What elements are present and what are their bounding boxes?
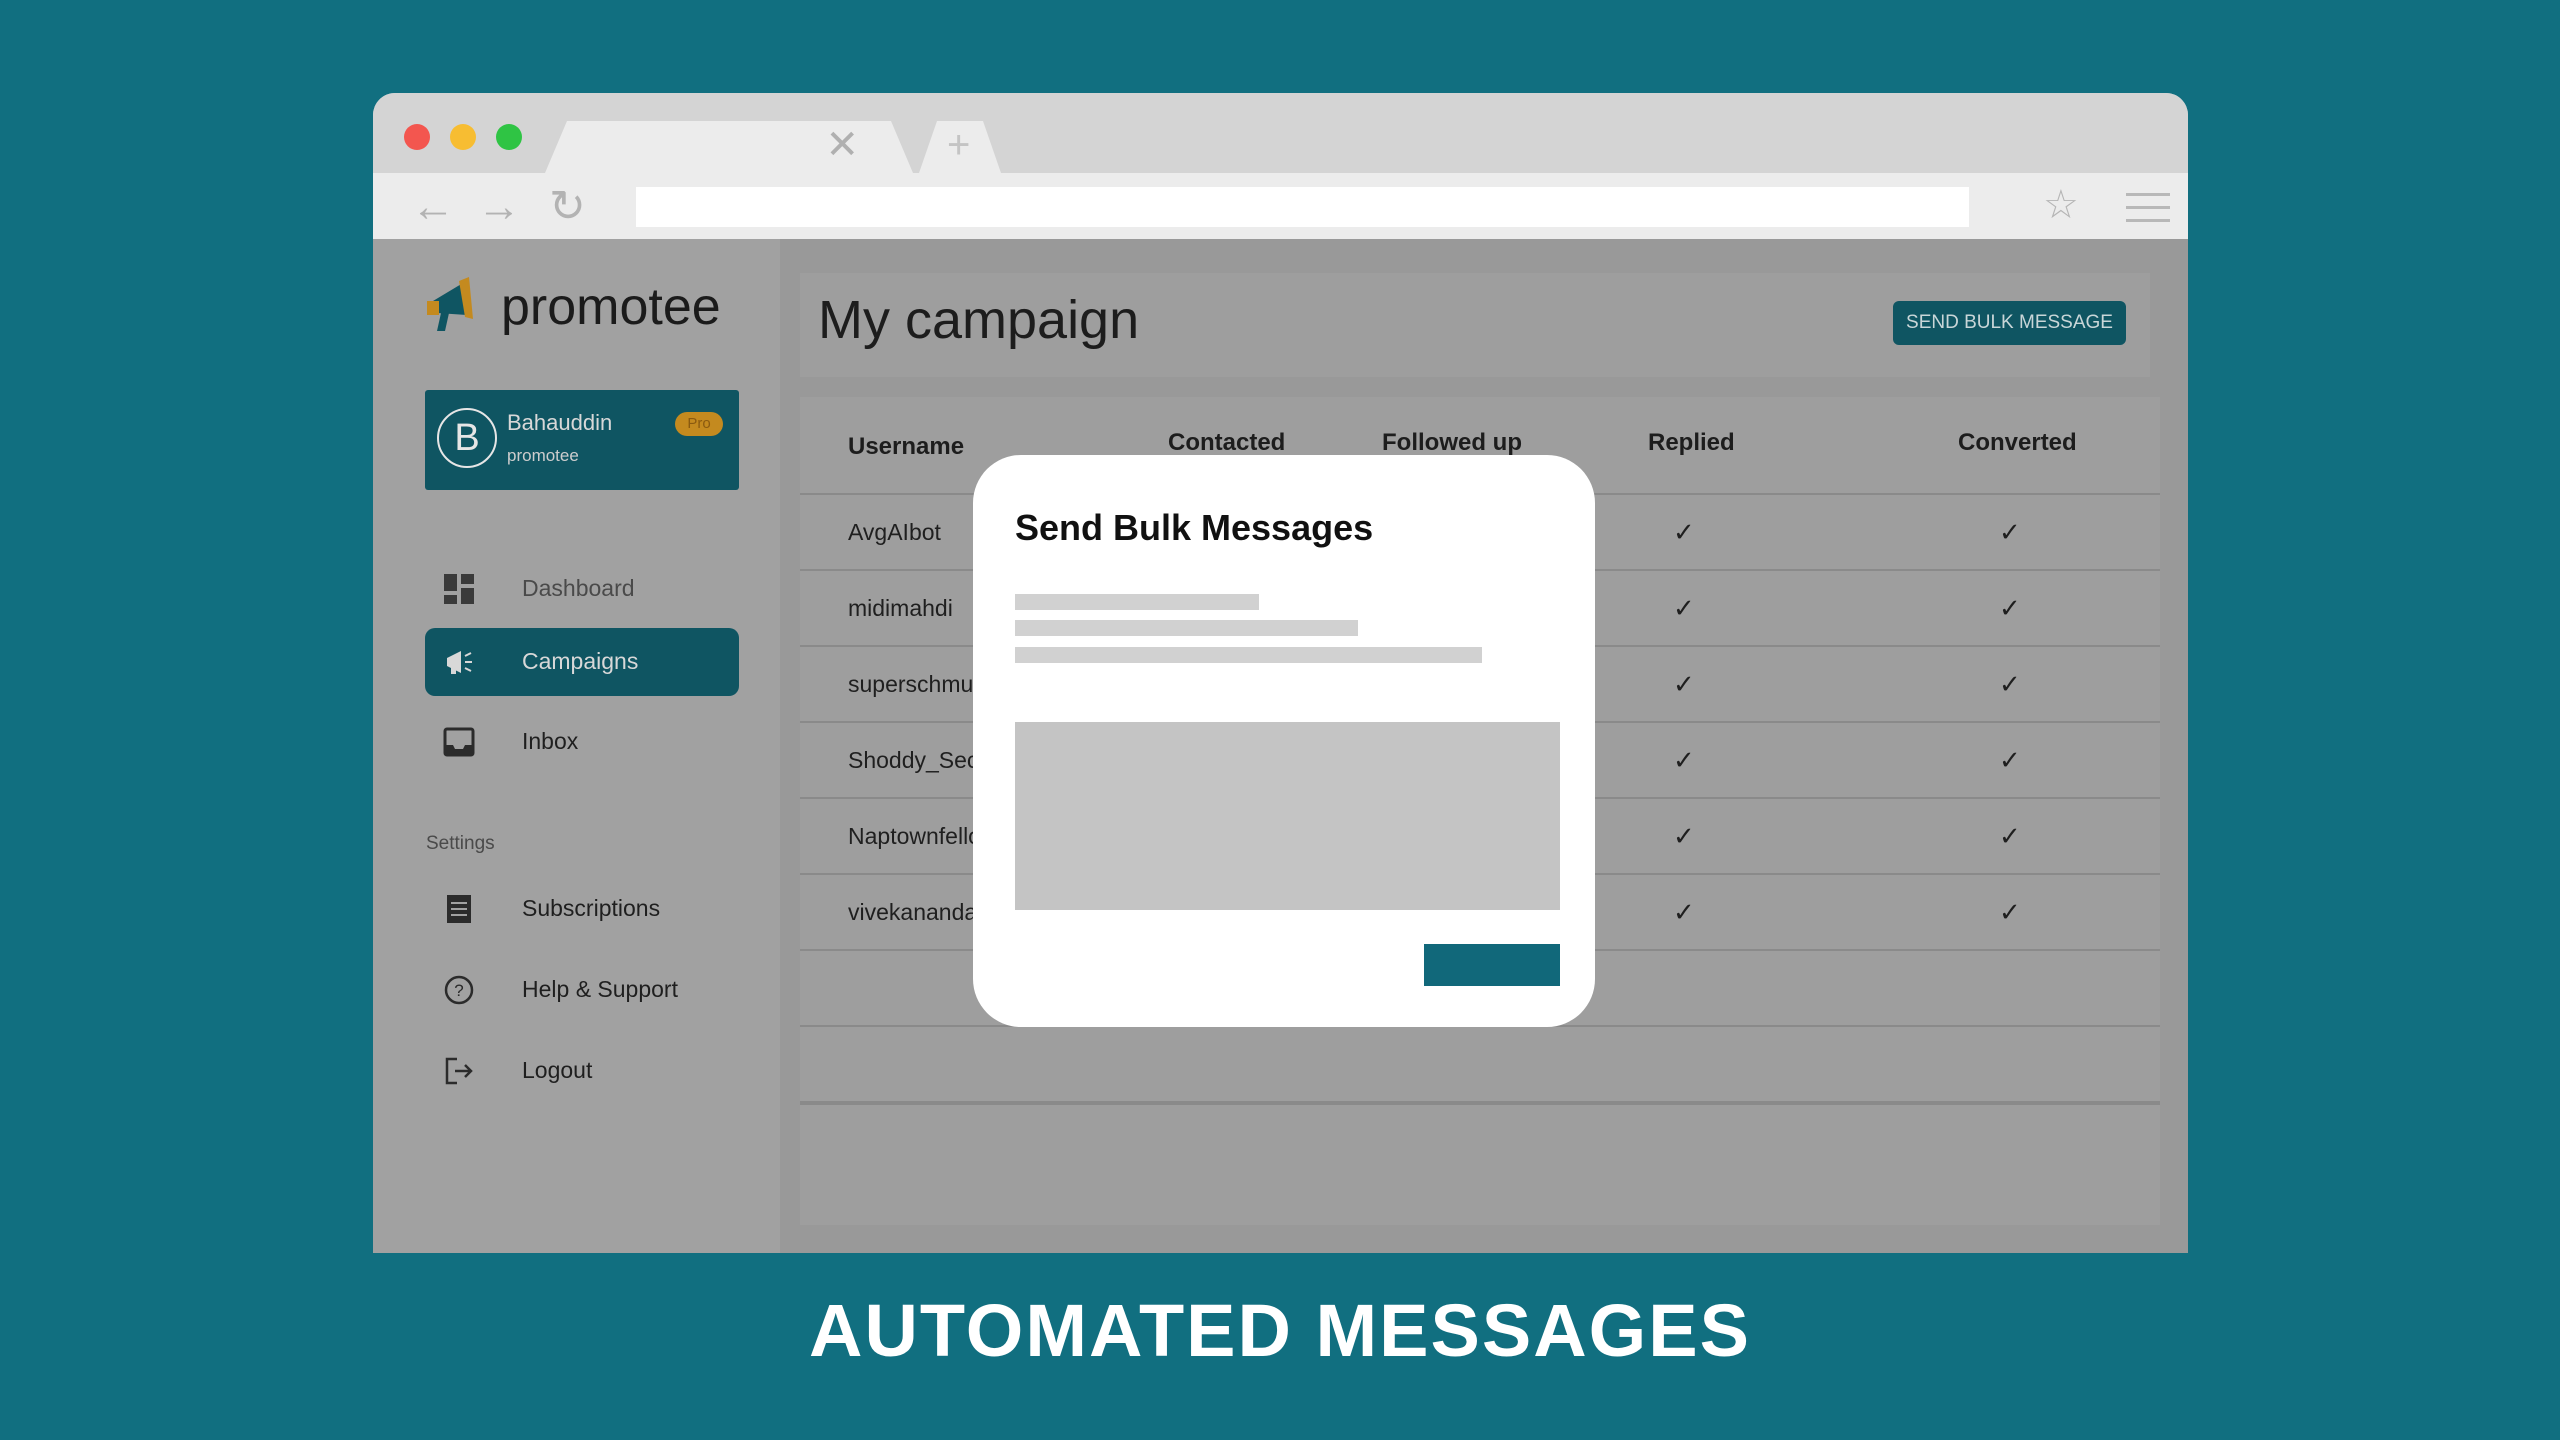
receipt-icon	[447, 895, 471, 923]
campaign-header: My campaign SEND BULK MESSAGE	[800, 273, 2150, 377]
svg-text:?: ?	[454, 981, 463, 1000]
back-arrow-icon[interactable]: ←	[411, 185, 455, 229]
sidebar-item-label: Logout	[522, 1057, 593, 1083]
converted-check-icon: ✓	[1999, 517, 2021, 547]
sidebar: promotee B Bahauddin Pro promotee Dashbo…	[373, 239, 780, 1253]
placeholder-text-line	[1015, 620, 1358, 636]
browser-toolbar: ← → ↻ ☆	[373, 173, 2188, 239]
user-name: Bahauddin	[507, 410, 613, 435]
close-tab-icon[interactable]: ✕	[825, 125, 859, 165]
address-bar[interactable]	[636, 187, 1969, 227]
username-cell: Naptownfello	[848, 823, 981, 849]
replied-check-icon: ✓	[1673, 897, 1695, 927]
sidebar-item-label: Help & Support	[522, 976, 678, 1002]
converted-check-icon: ✓	[1999, 669, 2021, 699]
sidebar-item-inbox[interactable]: Inbox	[425, 708, 739, 776]
placeholder-text-line	[1015, 647, 1482, 663]
avatar: B	[437, 408, 497, 468]
plus-icon: +	[947, 123, 971, 167]
pro-badge: Pro	[675, 412, 723, 436]
sidebar-item-help-support[interactable]: ? Help & Support	[425, 956, 739, 1024]
table-row-empty	[800, 1101, 2160, 1105]
logout-icon	[445, 1057, 473, 1085]
replied-check-icon: ✓	[1673, 593, 1695, 623]
column-header-contacted: Contacted	[1168, 429, 1286, 456]
message-textarea[interactable]	[1015, 722, 1560, 910]
forward-arrow-icon[interactable]: →	[477, 185, 521, 229]
replied-check-icon: ✓	[1673, 745, 1695, 775]
sidebar-item-logout[interactable]: Logout	[425, 1037, 739, 1105]
inbox-icon	[443, 727, 475, 757]
replied-check-icon: ✓	[1673, 821, 1695, 851]
username-cell: AvgAIbot	[848, 519, 941, 545]
user-org: promotee	[507, 446, 579, 465]
user-profile-card[interactable]: B Bahauddin Pro promotee	[425, 390, 739, 490]
column-header-username: Username	[848, 433, 965, 460]
modal-title: Send Bulk Messages	[1015, 507, 1374, 548]
new-tab-button[interactable]: +	[919, 121, 1001, 173]
username-cell: vivekananda	[848, 899, 978, 925]
reload-icon[interactable]: ↻	[549, 185, 586, 229]
table-row-empty	[800, 1025, 2160, 1103]
placeholder-text-line	[1015, 594, 1259, 610]
help-icon: ?	[444, 975, 474, 1005]
minimize-window-button[interactable]	[450, 124, 476, 150]
converted-check-icon: ✓	[1999, 593, 2021, 623]
megaphone-icon	[447, 651, 472, 674]
hamburger-menu-icon[interactable]	[2126, 193, 2170, 232]
sidebar-item-label: Campaigns	[522, 648, 639, 674]
column-header-converted: Converted	[1958, 429, 2077, 456]
megaphone-logo-icon	[427, 277, 473, 331]
username-cell: superschmur	[848, 671, 981, 697]
settings-section-label: Settings	[426, 833, 495, 854]
bookmark-star-icon[interactable]: ☆	[2043, 183, 2079, 227]
send-bulk-message-button[interactable]: SEND BULK MESSAGE	[1893, 301, 2126, 345]
username-cell: midimahdi	[848, 595, 953, 621]
caption-heading: AUTOMATED MESSAGES	[809, 1289, 1751, 1372]
sidebar-item-subscriptions[interactable]: Subscriptions	[425, 875, 739, 943]
sidebar-item-label: Subscriptions	[522, 895, 661, 921]
logo-text: promotee	[501, 278, 721, 336]
modal-send-button[interactable]	[1424, 944, 1560, 986]
dashboard-icon	[444, 574, 474, 604]
column-header-followed-up: Followed up	[1382, 429, 1522, 456]
page-title: My campaign	[818, 290, 1140, 350]
converted-check-icon: ✓	[1999, 897, 2021, 927]
sidebar-item-label: Inbox	[522, 728, 579, 754]
send-bulk-messages-modal: Send Bulk Messages	[973, 455, 1595, 1027]
converted-check-icon: ✓	[1999, 821, 2021, 851]
maximize-window-button[interactable]	[496, 124, 522, 150]
column-header-replied: Replied	[1648, 429, 1735, 456]
sidebar-item-dashboard[interactable]: Dashboard	[425, 555, 739, 623]
browser-tab[interactable]: ✕	[545, 121, 913, 173]
replied-check-icon: ✓	[1673, 669, 1695, 699]
browser-titlebar: ✕ +	[373, 93, 2188, 173]
converted-check-icon: ✓	[1999, 745, 2021, 775]
replied-check-icon: ✓	[1673, 517, 1695, 547]
close-window-button[interactable]	[404, 124, 430, 150]
sidebar-item-campaigns[interactable]: Campaigns	[425, 628, 739, 696]
username-cell: Shoddy_Sect	[848, 747, 985, 773]
sidebar-item-label: Dashboard	[522, 575, 635, 601]
